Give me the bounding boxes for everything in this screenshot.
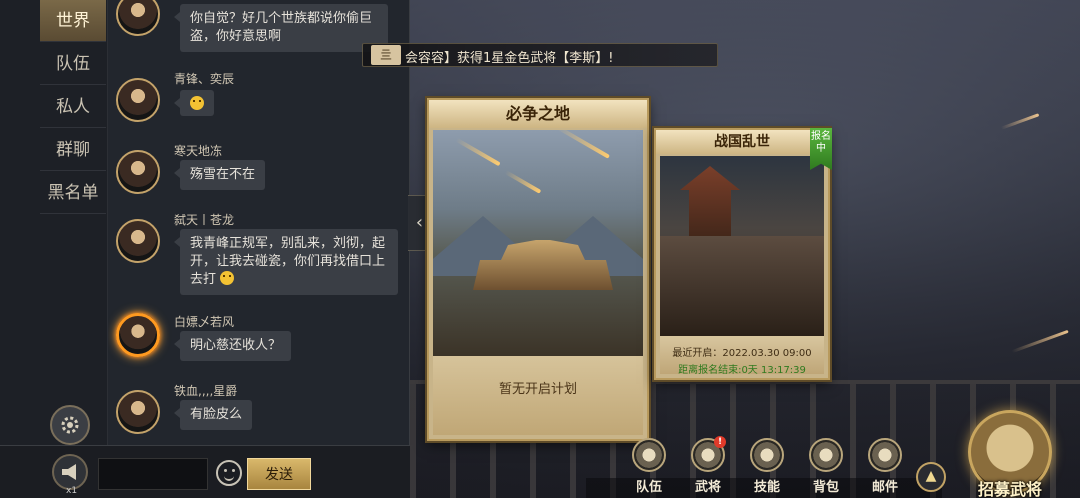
message-bubble: 我青峰正规军，别乱来，刘彻，起开，让我去碰瓷，你们再找借口上去打 [174, 229, 398, 295]
username[interactable]: 弑天丨苍龙 [174, 211, 234, 228]
sad-face-emoji-icon [190, 96, 204, 110]
avatar[interactable] [116, 219, 160, 263]
team-icon [632, 438, 666, 472]
message-bubble: 有脸皮么 [173, 400, 253, 430]
skill-icon [750, 438, 784, 472]
recruit-label: 招募武将 [977, 480, 1042, 498]
send-button[interactable]: 发送 [247, 458, 311, 490]
meteor [455, 137, 501, 167]
broadcast-icon: 亖 [371, 45, 401, 65]
message-bubble: 你自觉？好几个世族都说你偷巨盗，你好意思啊 [174, 4, 388, 52]
voice-button[interactable] [52, 454, 88, 490]
avatar[interactable] [116, 390, 160, 434]
menu-mail-button[interactable]: 邮件 [861, 438, 909, 498]
avatar-premium-frame[interactable] [116, 313, 160, 357]
chat-panel: 世界 队伍 私人 群聊 黑名单 你自觉？好几个世族都说你偷巨盗，你好意思啊 青锋… [0, 0, 410, 498]
menu-generals-button[interactable]: ! 武将 [684, 436, 732, 498]
menu-team-button[interactable]: 队伍 [625, 438, 673, 498]
card-artwork [433, 130, 643, 356]
message-bubble: 殇雪在不在 [173, 160, 266, 190]
broadcast-text: 会容容】获得1星金色武将【李斯】! [405, 51, 614, 66]
avatar[interactable] [116, 150, 160, 194]
card-artwork [660, 156, 824, 336]
megaphone-icon [62, 464, 76, 480]
chat-input-bar: x1 发送 [0, 445, 410, 498]
tab-private[interactable]: 私人 [40, 86, 106, 128]
message-bubble [174, 90, 214, 116]
menu-label: 队伍 [635, 480, 662, 495]
chevron-left-icon: ‹ [415, 212, 424, 233]
menu-skills-button[interactable]: 技能 [743, 438, 791, 498]
menu-label: 武将 [694, 480, 721, 495]
alert-badge: ! [714, 436, 726, 448]
tab-blacklist[interactable]: 黑名单 [40, 172, 106, 214]
card-title: 必争之地 [429, 100, 647, 128]
gear-icon [61, 416, 79, 434]
username[interactable]: 青锋、奕辰 [174, 70, 234, 87]
meteor [504, 170, 542, 194]
bag-icon [809, 438, 843, 472]
system-broadcast: 亖 会容容】获得1星金色武将【李斯】! [362, 43, 718, 67]
smiley-icon[interactable] [216, 460, 242, 486]
registration-countdown: 距离报名结束:0天 13:17:39 [678, 365, 806, 376]
event-card-warring-states[interactable]: 战国乱世 报名中 最近开启：2022.03.30 09:00 距离报名结束:0天… [654, 128, 832, 380]
avatar[interactable] [116, 78, 160, 122]
tab-world[interactable]: 世界 [40, 0, 106, 42]
menu-bag-button[interactable]: 背包 [802, 438, 850, 498]
next-open-time: 最近开启：2022.03.30 09:00 [672, 348, 812, 359]
menu-label: 背包 [812, 480, 839, 495]
chat-channel-tabs: 世界 队伍 私人 群聊 黑名单 [0, 0, 108, 498]
registering-badge: 报名中 [810, 128, 832, 170]
blush-emoji-icon [220, 271, 235, 285]
tower [680, 166, 740, 246]
menu-label: 邮件 [871, 480, 898, 495]
card-status: 暂无开启计划 [498, 382, 577, 397]
username[interactable]: 铁血,,,,星爵 [174, 382, 237, 399]
chevron-up-icon: ▲ [925, 468, 937, 484]
menu-label: 技能 [753, 480, 780, 495]
message-bubble: 明心慈还收人？ [173, 331, 292, 361]
tab-group[interactable]: 群聊 [40, 129, 106, 171]
event-card-contested-land[interactable]: 必争之地 暂无开启计划 [427, 98, 649, 441]
tab-team[interactable]: 队伍 [40, 43, 106, 85]
voice-count: x1 [66, 486, 78, 496]
mail-icon [868, 438, 902, 472]
avatar[interactable] [116, 0, 160, 36]
city-wall [660, 236, 824, 336]
card-title: 战国乱世 [656, 130, 828, 154]
chat-settings-button[interactable] [50, 405, 90, 445]
recruit-generals-button[interactable]: 招募武将 [962, 408, 1058, 498]
meteor [556, 130, 610, 159]
chat-input-field[interactable] [98, 458, 208, 490]
expand-menu-button[interactable]: ▲ [916, 462, 946, 492]
username[interactable]: 白嫖乄若风 [174, 313, 234, 330]
username[interactable]: 寒天地冻 [174, 142, 222, 159]
